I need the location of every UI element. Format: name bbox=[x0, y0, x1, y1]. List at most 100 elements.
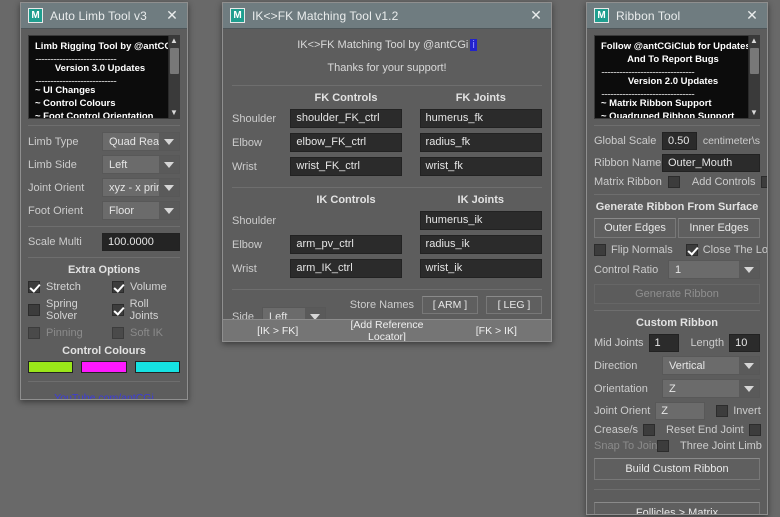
checkbox-reset-end-joint[interactable] bbox=[748, 424, 761, 436]
direction-dropdown[interactable]: Vertical bbox=[662, 356, 760, 375]
news-item: ~ Quadruped Ribbon Support bbox=[601, 111, 735, 119]
window-auto-limb-tool: M Auto Limb Tool v3 ✕ Limb Rigging Tool … bbox=[20, 2, 188, 400]
joint-orient-label: Joint Orient bbox=[28, 181, 85, 194]
checkbox-invert[interactable] bbox=[716, 405, 729, 417]
checkbox-snap-to-joints[interactable] bbox=[657, 440, 669, 452]
titlebar-ribbon-tool[interactable]: M Ribbon Tool ✕ bbox=[587, 3, 767, 29]
divider bbox=[28, 226, 180, 227]
generate-from-surface-heading: Generate Ribbon From Surface bbox=[595, 201, 759, 213]
mid-joints-input[interactable]: 1 bbox=[648, 334, 680, 352]
chevron-down-icon bbox=[739, 380, 759, 397]
close-the-loop-label: Close The Loop bbox=[702, 244, 767, 256]
ik-control-input-elbow[interactable]: arm_pv_ctrl bbox=[290, 235, 402, 254]
build-custom-ribbon-button[interactable]: Build Custom Ribbon bbox=[594, 458, 760, 480]
checkbox-close-the-loop[interactable] bbox=[685, 244, 698, 256]
ik-joint-input-wrist[interactable]: wrist_ik bbox=[419, 259, 542, 278]
youtube-link[interactable]: YouTube.com/antCGi bbox=[28, 392, 180, 399]
row-label: Wrist bbox=[232, 160, 257, 173]
fk-joint-input-elbow[interactable]: radius_fk bbox=[419, 133, 542, 152]
limb-type-dropdown[interactable]: Quad Rear bbox=[102, 132, 180, 151]
fk-control-input-elbow[interactable]: elbow_FK_ctrl bbox=[290, 133, 402, 152]
checkbox-roll-joints[interactable]: Roll Joints bbox=[111, 298, 180, 322]
news-item: ~ UI Changes bbox=[35, 85, 96, 96]
colour-swatch-green[interactable] bbox=[28, 361, 74, 373]
news-version: Version 3.0 Updates bbox=[54, 63, 146, 74]
fk-row-elbow: Elbow elbow_FK_ctrl radius_fk bbox=[232, 133, 542, 152]
scrollbar-thumb[interactable] bbox=[750, 48, 759, 74]
checkbox-label: Roll Joints bbox=[129, 298, 159, 322]
control-ratio-dropdown[interactable]: 1 bbox=[668, 260, 760, 279]
ik-control-input-wrist[interactable]: arm_IK_ctrl bbox=[290, 259, 402, 278]
field-ribbon-name: Ribbon Name Outer_Mouth bbox=[594, 154, 760, 172]
scroll-down-icon[interactable]: ▼ bbox=[750, 108, 758, 118]
joint-orient-dropdown[interactable]: xyz - x primary bbox=[102, 178, 180, 197]
row-joint-orient-invert: Joint Orient Z Invert bbox=[594, 402, 761, 420]
fk-joint-input-shoulder[interactable]: humerus_fk bbox=[419, 109, 542, 128]
news-panel: Follow @antCGiClub for Updates And To Re… bbox=[594, 35, 760, 119]
follicles-to-matrix-button[interactable]: Follicles > Matrix bbox=[594, 502, 760, 514]
checkbox-stretch[interactable]: Stretch bbox=[28, 281, 102, 293]
ik-joints-header: IK Joints bbox=[457, 194, 504, 206]
news-scrollbar[interactable]: ▲ ▼ bbox=[748, 36, 759, 118]
fk-column-headers: FK Controls FK Joints bbox=[232, 92, 542, 104]
divider bbox=[28, 257, 180, 258]
colour-swatch-cyan[interactable] bbox=[134, 361, 180, 373]
checkbox-spring-solver[interactable]: Spring Solver bbox=[28, 298, 102, 322]
field-control-ratio: Control Ratio 1 bbox=[594, 260, 760, 279]
scroll-up-icon[interactable]: ▲ bbox=[750, 36, 758, 46]
news-scrollbar[interactable]: ▲ ▼ bbox=[168, 36, 179, 118]
close-icon[interactable]: ✕ bbox=[741, 6, 763, 26]
checkbox-label: Soft IK bbox=[130, 327, 164, 339]
ik-to-fk-button[interactable]: [IK > FK] bbox=[223, 325, 332, 337]
row-mid-joints-length: Mid Joints 1 Length 10 bbox=[594, 334, 760, 352]
length-input[interactable]: 10 bbox=[729, 334, 760, 352]
outer-edges-button[interactable]: Outer Edges bbox=[594, 218, 676, 238]
checkbox-volume[interactable]: Volume bbox=[112, 281, 167, 293]
fk-controls-header: FK Controls bbox=[314, 92, 378, 104]
scroll-up-icon[interactable]: ▲ bbox=[170, 36, 178, 46]
fk-to-ik-button[interactable]: [FK > IK] bbox=[442, 325, 551, 337]
scroll-down-icon[interactable]: ▼ bbox=[170, 108, 178, 118]
ik-row-wrist: Wrist arm_IK_ctrl wrist_ik bbox=[232, 259, 542, 278]
ribbon-name-input[interactable]: Outer_Mouth bbox=[662, 154, 760, 172]
flip-normals-label: Flip Normals bbox=[611, 244, 673, 256]
ik-joint-input-elbow[interactable]: radius_ik bbox=[419, 235, 542, 254]
ik-joint-input-shoulder[interactable]: humerus_ik bbox=[419, 211, 542, 230]
limb-side-dropdown[interactable]: Left bbox=[102, 155, 180, 174]
fk-control-input-wrist[interactable]: wrist_FK_ctrl bbox=[290, 157, 402, 176]
limb-type-value: Quad Rear bbox=[109, 135, 163, 148]
ik-row-shoulder: Shoulder humerus_ik bbox=[232, 211, 542, 230]
joint-orient-dropdown[interactable]: Z bbox=[655, 402, 706, 420]
checkbox-flip-normals[interactable] bbox=[594, 244, 606, 256]
checkbox-soft-ik: Soft IK bbox=[112, 327, 163, 339]
news-title: Follow @antCGiClub for Updates bbox=[601, 41, 751, 52]
checkbox-matrix-ribbon[interactable] bbox=[667, 176, 680, 188]
desktop-background: M Auto Limb Tool v3 ✕ Limb Rigging Tool … bbox=[0, 0, 780, 517]
close-icon[interactable]: ✕ bbox=[161, 6, 183, 26]
scrollbar-thumb[interactable] bbox=[170, 48, 179, 74]
divider bbox=[594, 125, 760, 126]
orientation-dropdown[interactable]: Z bbox=[662, 379, 760, 398]
checkbox-crease[interactable] bbox=[643, 424, 656, 436]
colour-swatch-magenta[interactable] bbox=[81, 361, 127, 373]
inner-edges-button[interactable]: Inner Edges bbox=[678, 218, 760, 238]
window-ribbon-tool: M Ribbon Tool ✕ Follow @antCGiClub for U… bbox=[586, 2, 768, 515]
titlebar-auto-limb-tool[interactable]: M Auto Limb Tool v3 ✕ bbox=[21, 3, 187, 29]
add-reference-locator-button[interactable]: [Add Reference Locator] bbox=[332, 319, 441, 342]
window-title: Auto Limb Tool v3 bbox=[50, 8, 147, 23]
foot-orient-dropdown[interactable]: Floor bbox=[102, 201, 180, 220]
global-scale-input[interactable]: 0.50 bbox=[662, 132, 697, 150]
store-leg-button[interactable]: [ LEG ] bbox=[486, 296, 542, 314]
fk-joint-input-wrist[interactable]: wrist_fk bbox=[419, 157, 542, 176]
titlebar-ikfk-matching-tool[interactable]: M IK<>FK Matching Tool v1.2 ✕ bbox=[223, 3, 551, 29]
checkbox-icon bbox=[28, 327, 40, 339]
fk-control-input-shoulder[interactable]: shoulder_FK_ctrl bbox=[290, 109, 402, 128]
orientation-label: Orientation bbox=[594, 382, 648, 395]
window-title: IK<>FK Matching Tool v1.2 bbox=[252, 8, 399, 23]
store-arm-button[interactable]: [ ARM ] bbox=[422, 296, 478, 314]
field-orientation: Orientation Z bbox=[594, 379, 760, 398]
news-divider: ........................................… bbox=[601, 88, 695, 97]
close-icon[interactable]: ✕ bbox=[525, 6, 547, 26]
checkbox-add-controls[interactable] bbox=[761, 176, 767, 188]
scale-multi-input[interactable]: 100.0000 bbox=[102, 233, 180, 251]
